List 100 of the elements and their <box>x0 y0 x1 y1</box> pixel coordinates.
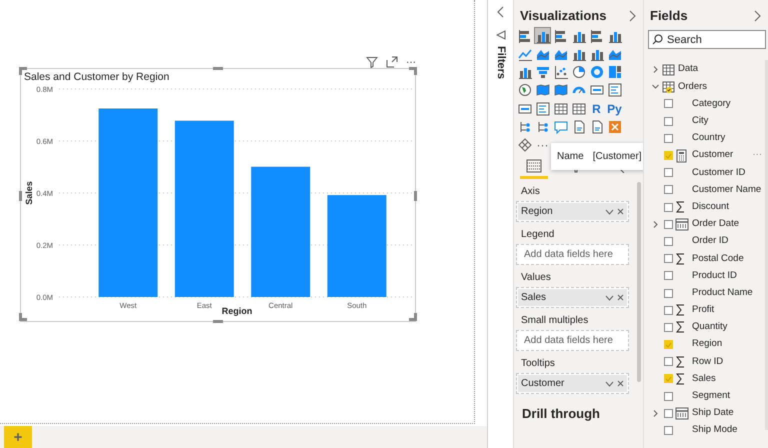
visual-type-button[interactable] <box>606 118 623 136</box>
checkbox[interactable] <box>664 220 673 229</box>
tooltip-label: Name <box>557 150 584 164</box>
filter-icon[interactable] <box>366 56 378 68</box>
table-name[interactable]: Orders <box>678 80 708 94</box>
field-name[interactable]: Row ID <box>692 354 724 369</box>
focus-mode-icon[interactable] <box>386 56 398 68</box>
search-field[interactable]: Search <box>648 30 766 49</box>
checkbox[interactable] <box>664 426 673 436</box>
filters-pane-title[interactable]: Filters <box>492 46 509 80</box>
field-name[interactable]: City <box>692 114 708 128</box>
visual-type-button[interactable] <box>606 64 623 81</box>
collapse-icon[interactable] <box>629 10 637 22</box>
visual-type-button[interactable] <box>516 27 533 44</box>
checkbox[interactable] <box>664 134 673 143</box>
calendar-icon <box>675 217 689 232</box>
field-pill[interactable]: Sales <box>518 289 627 306</box>
chevron-down-icon[interactable] <box>605 208 614 215</box>
field-name[interactable]: Segment <box>692 389 730 404</box>
resize-handle[interactable] <box>409 67 417 75</box>
checkbox[interactable] <box>664 236 673 246</box>
field-name[interactable]: Country <box>692 131 726 146</box>
line-chart-icon <box>518 46 532 61</box>
checkbox[interactable] <box>664 408 673 418</box>
checkbox[interactable] <box>664 357 673 366</box>
visual-type-button[interactable] <box>606 82 623 99</box>
chevron-down-icon[interactable] <box>605 380 614 387</box>
resize-handle[interactable] <box>409 313 417 321</box>
list-icon <box>536 102 550 116</box>
add-page-button[interactable]: + <box>4 426 32 448</box>
visual-type-button[interactable] <box>552 27 569 44</box>
field-name[interactable]: Region <box>692 337 722 352</box>
field-name[interactable]: Quantity <box>692 320 728 335</box>
visual-type-button[interactable] <box>588 64 605 81</box>
chevron-right-icon[interactable] <box>652 410 658 417</box>
visual-type-button[interactable]: R <box>588 100 605 118</box>
checkmark-icon <box>665 152 672 159</box>
field-pill[interactable]: Region <box>518 203 627 220</box>
expand-filters-icon[interactable] <box>496 30 506 40</box>
field-name[interactable]: Postal Code <box>692 252 744 266</box>
resize-handle[interactable] <box>19 191 22 201</box>
field-name[interactable]: Ship Mode <box>692 423 738 438</box>
chevron-down-icon[interactable] <box>652 83 658 90</box>
checkbox[interactable] <box>664 202 673 212</box>
table-name[interactable]: Data <box>678 62 698 77</box>
checkbox[interactable] <box>664 392 673 401</box>
visual-type-button[interactable] <box>552 64 569 81</box>
scrollbar[interactable] <box>637 182 641 382</box>
visual-type-button[interactable] <box>534 100 551 118</box>
checkbox[interactable] <box>664 340 673 350</box>
visual-type-button[interactable] <box>516 136 533 154</box>
field-name[interactable]: Discount <box>692 200 729 214</box>
chevron-right-icon[interactable] <box>652 66 658 74</box>
visual-type-button[interactable] <box>570 64 587 81</box>
scatter-chart-icon <box>554 65 568 80</box>
field-pill[interactable]: Customer <box>518 375 627 392</box>
checkbox[interactable] <box>664 185 673 194</box>
field-name[interactable]: Order ID <box>692 234 728 249</box>
field-name[interactable]: Order Date <box>692 217 739 232</box>
pane-tab[interactable] <box>520 159 548 180</box>
field-name[interactable]: Customer Name <box>692 182 762 198</box>
visual-type-button[interactable] <box>516 82 533 99</box>
visual-type-button[interactable] <box>588 27 605 44</box>
checkbox[interactable] <box>664 99 673 108</box>
chevron-right-icon[interactable] <box>652 220 658 228</box>
field-name[interactable]: Sales <box>692 372 716 386</box>
checkbox[interactable] <box>664 306 673 315</box>
field-name[interactable]: Customer <box>692 148 734 163</box>
section-heading: Drill through <box>521 405 601 424</box>
checkbox[interactable] <box>664 168 673 178</box>
drop-zone[interactable]: Add data fields here <box>516 330 629 352</box>
drop-zone[interactable]: Add data fields here <box>516 244 629 266</box>
checkbox[interactable] <box>664 116 673 126</box>
visual-type-button[interactable] <box>534 27 551 44</box>
checkbox[interactable] <box>664 151 673 160</box>
field-name[interactable]: Product ID <box>692 268 737 283</box>
field-name[interactable]: Product Name <box>692 286 753 300</box>
resize-handle[interactable] <box>213 67 223 70</box>
column-chart-icon <box>518 65 532 80</box>
resize-handle[interactable] <box>414 191 417 201</box>
resize-handle[interactable] <box>213 320 223 323</box>
visual-type-button[interactable]: ··· <box>534 136 551 154</box>
checkbox[interactable] <box>664 271 673 280</box>
checkbox[interactable] <box>664 288 673 298</box>
field-name[interactable]: Customer ID <box>692 166 746 180</box>
field-name[interactable]: Profit <box>692 303 714 318</box>
collapse-icon[interactable] <box>496 6 506 18</box>
checkbox[interactable] <box>664 374 673 384</box>
close-icon[interactable] <box>617 208 624 216</box>
field-name[interactable]: Category <box>692 96 731 112</box>
close-icon[interactable] <box>617 294 624 302</box>
visual-type-button[interactable]: Py <box>606 100 623 118</box>
resize-handle[interactable] <box>19 313 27 321</box>
more-options-button[interactable]: ··· <box>406 54 416 70</box>
close-icon[interactable] <box>617 380 624 388</box>
checkbox[interactable] <box>664 254 673 264</box>
collapse-icon[interactable] <box>754 10 762 22</box>
chevron-down-icon[interactable] <box>605 294 614 301</box>
field-name[interactable]: Ship Date <box>692 406 734 420</box>
checkbox[interactable] <box>664 322 673 332</box>
